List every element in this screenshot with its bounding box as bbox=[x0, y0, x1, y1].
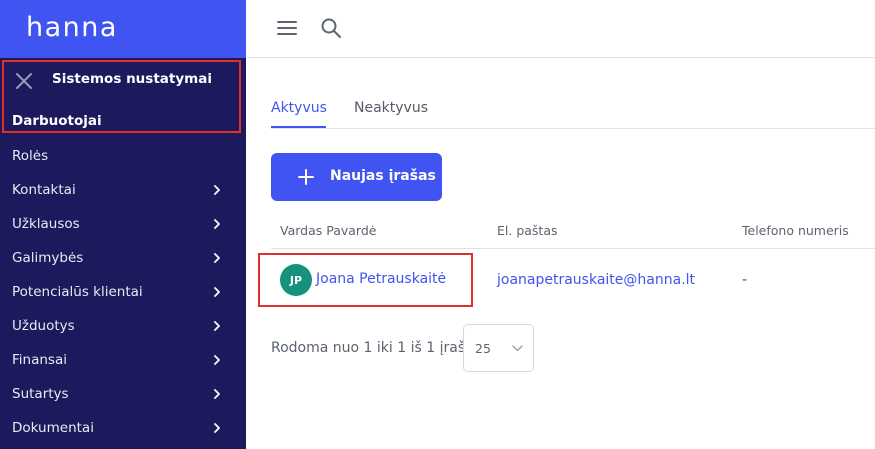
tabs-divider bbox=[271, 128, 875, 129]
menu-icon[interactable] bbox=[277, 20, 297, 36]
topbar bbox=[246, 0, 875, 58]
page-size-value: 25 bbox=[475, 341, 491, 356]
sidebar-item-galimybes[interactable]: Galimybės bbox=[0, 241, 246, 275]
sidebar-item-uzduotys[interactable]: Užduotys bbox=[0, 309, 246, 343]
employee-phone: - bbox=[742, 272, 748, 288]
column-header-phone[interactable]: Telefono numeris bbox=[742, 223, 849, 238]
sidebar-item-label: Užklausos bbox=[12, 216, 80, 232]
avatar: JP bbox=[280, 264, 312, 296]
new-record-button[interactable]: Naujas įrašas bbox=[271, 153, 442, 201]
sidebar-item-label: Dokumentai bbox=[12, 420, 94, 436]
sidebar-item-label: Galimybės bbox=[12, 250, 84, 266]
employee-name-link[interactable]: Joana Petrauskaitė bbox=[316, 271, 446, 287]
sidebar-item-dokumentai[interactable]: Dokumentai bbox=[0, 411, 246, 445]
column-header-name[interactable]: Vardas Pavardė bbox=[280, 223, 376, 238]
table-header-divider bbox=[271, 248, 875, 249]
page-size-select[interactable]: 25 bbox=[463, 324, 534, 372]
tab-neaktyvus[interactable]: Neaktyvus bbox=[354, 100, 428, 116]
pagination-summary: Rodoma nuo 1 iki 1 iš 1 įrašai bbox=[271, 340, 478, 356]
chevron-right-icon bbox=[214, 423, 220, 433]
sidebar-item-label: Potencialūs klientai bbox=[12, 284, 143, 300]
sidebar-item-uzklausos[interactable]: Užklausos bbox=[0, 207, 246, 241]
plus-icon bbox=[298, 169, 314, 185]
sidebar-item-label: Finansai bbox=[12, 352, 67, 368]
chevron-down-icon bbox=[512, 345, 523, 352]
sidebar-item-finansai[interactable]: Finansai bbox=[0, 343, 246, 377]
chevron-right-icon bbox=[214, 287, 220, 297]
brand-header: hanna bbox=[0, 0, 246, 58]
sidebar-item-label: Sutartys bbox=[12, 386, 69, 402]
brand-logo[interactable]: hanna bbox=[26, 12, 118, 43]
sidebar-item-label: Kontaktai bbox=[12, 182, 76, 198]
chevron-right-icon bbox=[214, 253, 220, 263]
chevron-right-icon bbox=[214, 355, 220, 365]
tab-aktyvus[interactable]: Aktyvus bbox=[271, 100, 327, 116]
sidebar-item-kontaktai[interactable]: Kontaktai bbox=[0, 173, 246, 207]
sidebar-item-roles[interactable]: Rolės bbox=[0, 139, 246, 173]
new-record-button-label: Naujas įrašas bbox=[330, 168, 436, 184]
sidebar-item-darbuotojai[interactable]: Darbuotojai bbox=[12, 113, 102, 129]
sidebar-item-label: Rolės bbox=[12, 148, 49, 164]
chevron-right-icon bbox=[214, 219, 220, 229]
sidebar-item-label: Užduotys bbox=[12, 318, 75, 334]
chevron-right-icon bbox=[214, 185, 220, 195]
close-icon[interactable] bbox=[15, 72, 33, 90]
sidebar-item-potencialus-klientai[interactable]: Potencialūs klientai bbox=[0, 275, 246, 309]
sidebar-nav: Rolės Kontaktai Užklausos Galimybės Pote… bbox=[0, 139, 246, 445]
sidebar-item-sutartys[interactable]: Sutartys bbox=[0, 377, 246, 411]
chevron-right-icon bbox=[214, 389, 220, 399]
search-icon[interactable] bbox=[320, 17, 342, 39]
sidebar: hanna Sistemos nustatymai Darbuotojai Ro… bbox=[0, 0, 246, 449]
employee-email-link[interactable]: joanapetrauskaite@hanna.lt bbox=[497, 272, 695, 288]
chevron-right-icon bbox=[214, 321, 220, 331]
column-header-email[interactable]: El. paštas bbox=[497, 223, 558, 238]
sidebar-section-title: Sistemos nustatymai bbox=[52, 71, 212, 87]
